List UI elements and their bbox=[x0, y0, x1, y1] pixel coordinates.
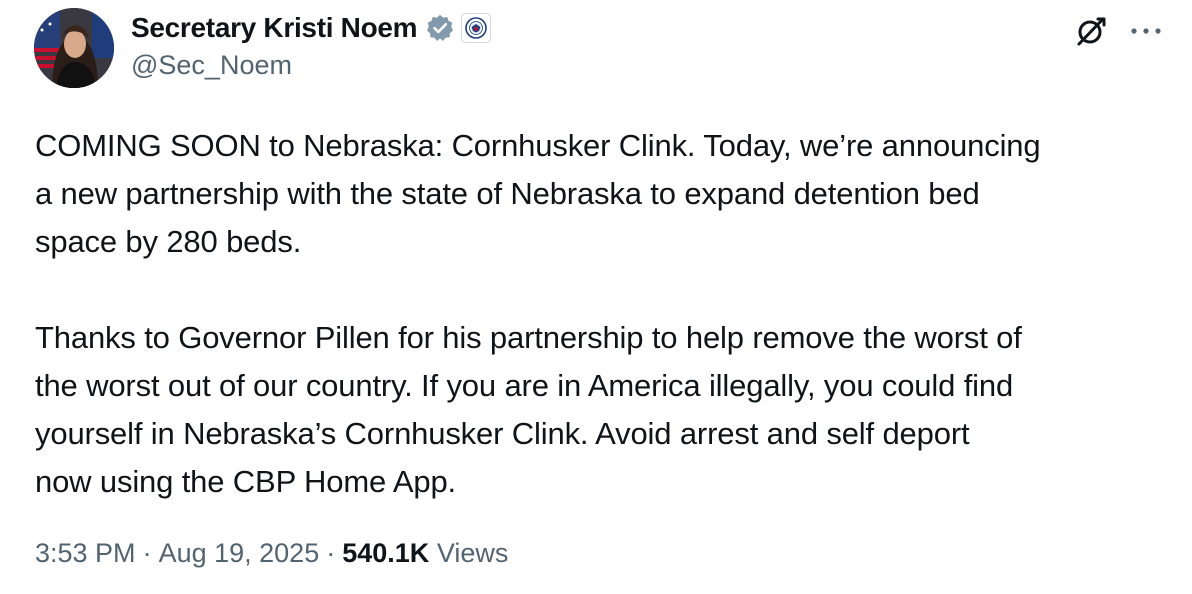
views-count[interactable]: 540.1K bbox=[342, 538, 429, 568]
tweet-meta: 3:53 PM · Aug 19, 2025 · 540.1K Views bbox=[35, 538, 508, 569]
author-name-row: Secretary Kristi Noem bbox=[131, 10, 492, 46]
dhs-seal-icon[interactable] bbox=[461, 13, 492, 43]
avatar[interactable] bbox=[34, 8, 114, 88]
author-display-name[interactable]: Secretary Kristi Noem bbox=[131, 12, 418, 44]
tweet: Secretary Kristi Noem @Sec_Noem COMING S… bbox=[0, 0, 1192, 594]
grok-icon[interactable] bbox=[1074, 14, 1108, 48]
tweet-body: COMING SOON to Nebraska: Cornhusker Clin… bbox=[35, 122, 1175, 506]
meta-separator: · bbox=[326, 538, 336, 568]
views-label: Views bbox=[436, 538, 509, 568]
tweet-paragraph-1: COMING SOON to Nebraska: Cornhusker Clin… bbox=[35, 128, 1041, 259]
meta-separator: · bbox=[142, 538, 152, 568]
tweet-paragraph-2: Thanks to Governor Pillen for his partne… bbox=[35, 320, 1022, 499]
tweet-time[interactable]: 3:53 PM bbox=[35, 538, 136, 568]
tweet-date[interactable]: Aug 19, 2025 bbox=[159, 538, 320, 568]
author-handle[interactable]: @Sec_Noem bbox=[131, 50, 292, 81]
verified-check-icon[interactable] bbox=[425, 13, 455, 43]
more-horizontal-icon[interactable] bbox=[1128, 24, 1164, 36]
